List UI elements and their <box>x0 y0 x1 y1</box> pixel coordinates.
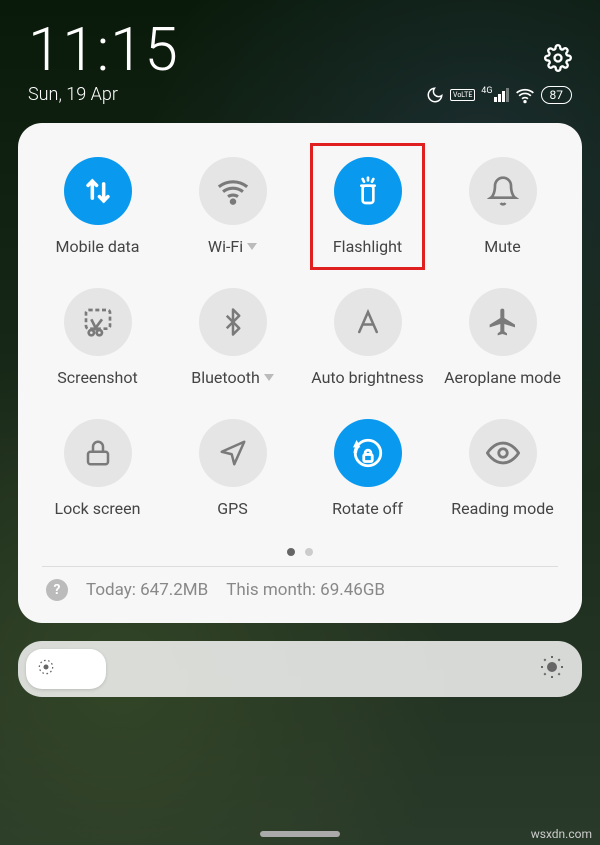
tile-label: Aeroplane mode <box>444 368 561 387</box>
tile-label: Mute <box>484 237 521 256</box>
gps-icon <box>199 419 267 487</box>
wifi-icon <box>199 157 267 225</box>
usage-today: Today: 647.2MB <box>86 580 208 600</box>
bluetooth-icon <box>199 288 267 356</box>
status-icons: VoLTE 4G 87 <box>426 85 572 105</box>
volte-icon: VoLTE <box>450 89 475 101</box>
tile-aeroplane-mode[interactable]: Aeroplane mode <box>437 284 568 391</box>
battery-indicator: 87 <box>541 86 573 104</box>
tile-label: Auto brightness <box>311 368 424 387</box>
tile-label: Bluetooth <box>191 368 274 387</box>
mobile-data-icon <box>64 157 132 225</box>
chevron-down-icon[interactable] <box>247 243 257 250</box>
reading-mode-icon <box>469 419 537 487</box>
tile-gps[interactable]: GPS <box>167 415 298 522</box>
tile-lock-screen[interactable]: Lock screen <box>32 415 163 522</box>
info-icon: ? <box>46 579 68 601</box>
settings-icon[interactable] <box>544 44 572 76</box>
tile-label: GPS <box>217 499 248 518</box>
chevron-down-icon[interactable] <box>264 374 274 381</box>
flashlight-icon <box>334 157 402 225</box>
tile-label: Mobile data <box>56 237 140 256</box>
screenshot-icon <box>64 288 132 356</box>
tile-label: Flashlight <box>333 237 402 256</box>
usage-month: This month: 69.46GB <box>226 580 385 600</box>
page-dot-2[interactable] <box>305 548 313 556</box>
quick-settings-panel: Mobile data Wi-Fi Flashlight Mute Screenshot… <box>18 123 582 623</box>
tile-label: Screenshot <box>57 368 137 387</box>
tile-flashlight[interactable]: Flashlight <box>302 153 433 260</box>
tile-mobile-data[interactable]: Mobile data <box>32 153 163 260</box>
brightness-slider[interactable] <box>18 641 582 697</box>
tile-rotate-off[interactable]: Rotate off <box>302 415 433 522</box>
tile-label: Lock screen <box>55 499 141 518</box>
clock: 11:15 <box>28 20 179 80</box>
tile-screenshot[interactable]: Screenshot <box>32 284 163 391</box>
nav-gesture-pill[interactable] <box>260 831 340 837</box>
auto-brightness-icon <box>334 288 402 356</box>
tile-mute[interactable]: Mute <box>437 153 568 260</box>
lock-screen-icon <box>64 419 132 487</box>
pagination-dots[interactable] <box>32 548 568 556</box>
tile-label: Wi-Fi <box>208 237 257 256</box>
tile-bluetooth[interactable]: Bluetooth <box>167 284 298 391</box>
tile-wifi[interactable]: Wi-Fi <box>167 153 298 260</box>
date: Sun, 19 Apr <box>28 84 118 105</box>
tile-auto-brightness[interactable]: Auto brightness <box>302 284 433 391</box>
data-usage[interactable]: ? Today: 647.2MB This month: 69.46GB <box>32 567 568 607</box>
watermark: wsxdn.com <box>531 827 592 841</box>
aeroplane-mode-icon <box>469 288 537 356</box>
brightness-high-icon <box>540 655 564 683</box>
wifi-status-icon <box>515 85 535 105</box>
tile-label: Reading mode <box>451 499 553 518</box>
tile-reading-mode[interactable]: Reading mode <box>437 415 568 522</box>
signal-icon: 4G <box>481 88 508 102</box>
dnd-icon <box>426 86 444 104</box>
mute-icon <box>469 157 537 225</box>
brightness-low-icon <box>36 657 56 681</box>
page-dot-1[interactable] <box>287 548 295 556</box>
rotate-off-icon <box>334 419 402 487</box>
tile-label: Rotate off <box>332 499 403 518</box>
